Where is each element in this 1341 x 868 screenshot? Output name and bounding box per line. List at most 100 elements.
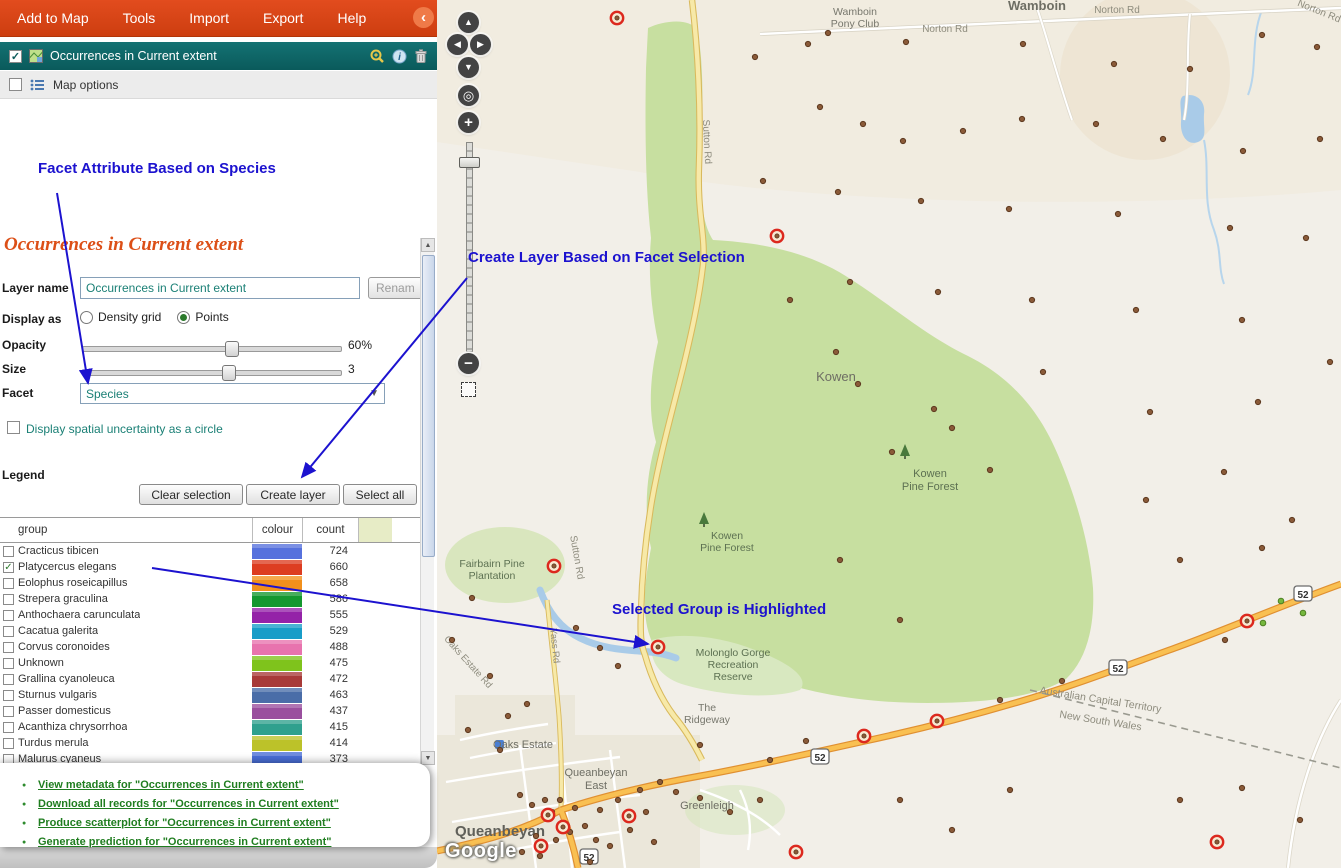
occurrence-point[interactable] [593,837,598,842]
layer-link[interactable]: View metadata for "Occurrences in Curren… [38,778,430,791]
occurrence-point[interactable] [519,849,524,854]
scroll-down-button[interactable]: ▼ [421,751,435,765]
zoom-out-button[interactable]: − [458,353,479,374]
layer-link[interactable]: Download all records for "Occurrences in… [38,797,430,810]
occurrence-point[interactable] [597,645,602,650]
uncertainty-checkbox[interactable] [7,421,20,434]
occurrence-point[interactable] [673,789,678,794]
nav-item-help[interactable]: Help [320,10,383,26]
occurrence-point[interactable] [787,297,792,302]
nav-item-add-to-map[interactable]: Add to Map [0,10,106,26]
legend-row[interactable]: Cacatua galerita529 [0,623,420,639]
scroll-thumb[interactable] [422,255,435,557]
occurrence-point[interactable] [1133,307,1138,312]
occurrence-point[interactable] [1111,61,1116,66]
legend-row[interactable]: Corvus coronoides488 [0,639,420,655]
occurrence-point[interactable] [727,809,732,814]
occurrence-point[interactable] [1327,359,1332,364]
occurrence-point[interactable] [533,833,538,838]
occurrence-point[interactable] [627,827,632,832]
opacity-slider-track[interactable] [82,346,342,352]
zoom-to-layer-icon[interactable] [369,48,385,64]
occurrence-point[interactable] [1147,409,1152,414]
map-options-checkbox[interactable] [9,78,22,91]
occurrence-point[interactable] [582,823,587,828]
highlighted-occurrence-point[interactable] [858,730,870,742]
highlighted-occurrence-point[interactable] [535,840,547,852]
layer-visibility-checkbox[interactable] [9,50,22,63]
occurrence-point[interactable] [760,178,765,183]
occurrence-point[interactable] [1115,211,1120,216]
occurrence-point[interactable] [855,381,860,386]
map-options-row[interactable]: Map options [0,71,437,99]
occurrence-point-green[interactable] [1260,620,1266,626]
pan-left-button[interactable]: ◀ [447,34,468,55]
occurrence-point[interactable] [949,827,954,832]
legend-row[interactable]: ✓Platycercus elegans660 [0,559,420,575]
occurrence-point[interactable] [949,425,954,430]
occurrence-point[interactable] [1303,235,1308,240]
nav-item-import[interactable]: Import [172,10,246,26]
occurrence-point[interactable] [918,198,923,203]
occurrence-point[interactable] [1006,206,1011,211]
occurrence-point[interactable] [1040,369,1045,374]
zoom-slider-thumb[interactable] [459,157,480,168]
occurrence-point[interactable] [1019,116,1024,121]
occurrence-point[interactable] [897,617,902,622]
pan-up-button[interactable]: ▲ [458,12,479,33]
highlighted-occurrence-point[interactable] [652,641,664,653]
select-all-button[interactable]: Select all [343,484,417,505]
occurrence-point[interactable] [517,792,522,797]
occurrence-point[interactable] [537,853,542,858]
occurrence-point[interactable] [1240,148,1245,153]
legend-row[interactable]: Eolophus roseicapillus658 [0,575,420,591]
occurrence-point[interactable] [615,797,620,802]
active-layer-bar[interactable]: Occurrences in Current extent i [0,42,437,70]
highlighted-occurrence-point[interactable] [548,560,560,572]
occurrence-point[interactable] [1007,787,1012,792]
occurrence-point[interactable] [572,805,577,810]
occurrence-point[interactable] [931,406,936,411]
occurrence-point[interactable] [1177,557,1182,562]
legend-row[interactable]: Acanthiza chrysorrhoa415 [0,719,420,735]
occurrence-point[interactable] [1177,797,1182,802]
occurrence-point[interactable] [597,807,602,812]
occurrence-point[interactable] [803,738,808,743]
legend-row[interactable]: Anthochaera carunculata555 [0,607,420,623]
highlighted-occurrence-point[interactable] [557,821,569,833]
occurrence-point[interactable] [752,54,757,59]
occurrence-point[interactable] [835,189,840,194]
occurrence-point[interactable] [900,138,905,143]
radio-points[interactable]: Points [177,310,228,324]
highlighted-occurrence-point[interactable] [931,715,943,727]
occurrence-point[interactable] [833,349,838,354]
occurrence-point[interactable] [837,557,842,562]
occurrence-point[interactable] [1187,66,1192,71]
occurrence-point[interactable] [469,595,474,600]
occurrence-point[interactable] [607,843,612,848]
legend-row[interactable]: Unknown475 [0,655,420,671]
occurrence-point[interactable] [960,128,965,133]
occurrence-point[interactable] [587,859,592,864]
occurrence-point[interactable] [1227,225,1232,230]
occurrence-point[interactable] [1222,637,1227,642]
zoom-slider-track[interactable] [466,142,473,352]
occurrence-point[interactable] [557,797,562,802]
opacity-slider-thumb[interactable] [225,341,239,357]
facet-select[interactable]: Species ▼ [80,383,385,404]
occurrence-point[interactable] [935,289,940,294]
legend-row[interactable]: Sturnus vulgaris463 [0,687,420,703]
occurrence-point[interactable] [697,795,702,800]
radio-density-grid[interactable]: Density grid [80,310,161,324]
occurrence-point[interactable] [767,757,772,762]
occurrence-point[interactable] [615,663,620,668]
nav-item-export[interactable]: Export [246,10,320,26]
occurrence-point[interactable] [497,747,502,752]
occurrence-point[interactable] [505,713,510,718]
reset-view-button[interactable]: ◎ [458,85,479,106]
pan-right-button[interactable]: ▶ [470,34,491,55]
create-layer-button[interactable]: Create layer [246,484,340,505]
legend-row[interactable]: Cracticus tibicen724 [0,543,420,559]
occurrence-point[interactable] [1160,136,1165,141]
layer-info-icon[interactable]: i [392,49,407,64]
